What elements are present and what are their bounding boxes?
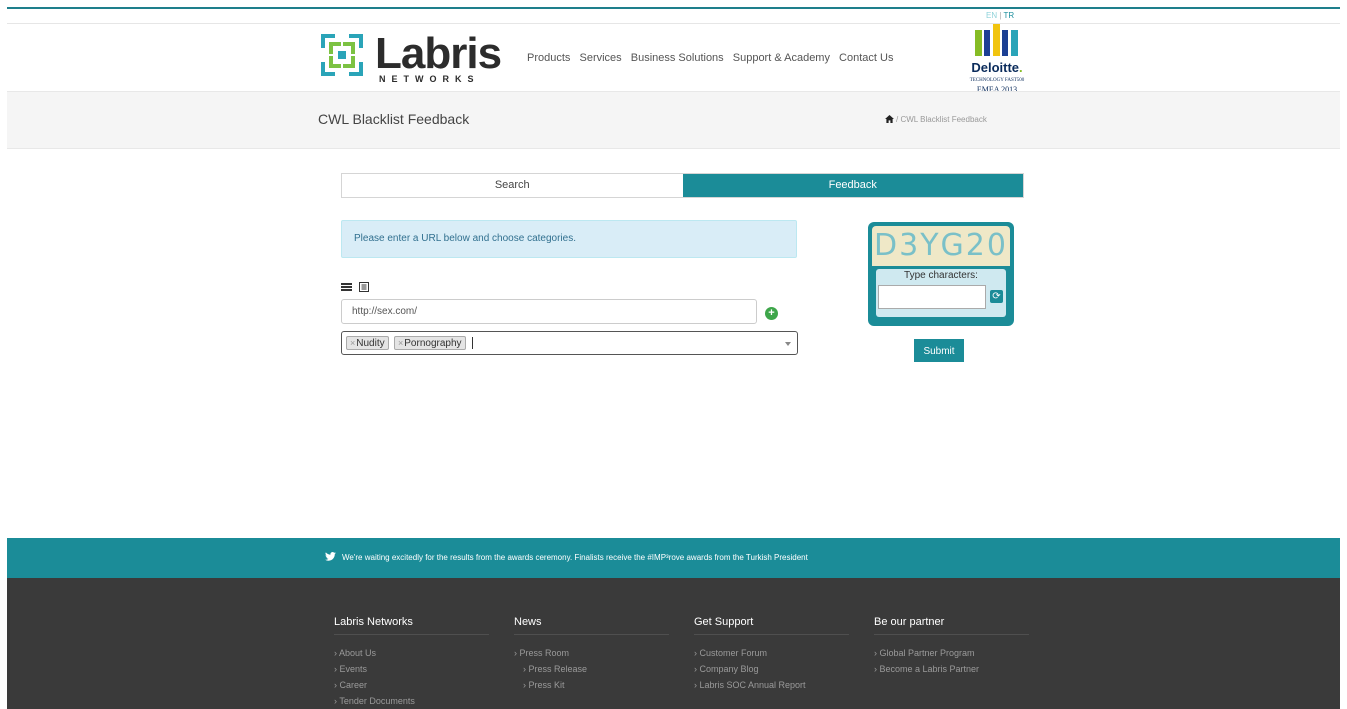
footer-link-about-us[interactable]: › About Us: [334, 645, 489, 661]
logo-name: Labris: [375, 29, 502, 78]
nav-products[interactable]: Products: [527, 52, 570, 64]
lang-tr-link[interactable]: TR: [1004, 11, 1015, 20]
page-title-bar: CWL Blacklist Feedback / CWL Blacklist F…: [7, 91, 1340, 149]
breadcrumb-current: / CWL Blacklist Feedback: [896, 115, 987, 124]
footer-link-press-room[interactable]: › Press Room: [514, 645, 669, 661]
add-url-button[interactable]: +: [765, 307, 778, 320]
footer-link-tender-documents[interactable]: › Tender Documents: [334, 693, 489, 709]
footer-link-career[interactable]: › Career: [334, 677, 489, 693]
logo-subtitle: NETWORKS: [379, 74, 480, 84]
view-toggle: [341, 279, 372, 297]
nav-business-solutions[interactable]: Business Solutions: [631, 52, 724, 64]
footer-link-soc-report[interactable]: › Labris SOC Annual Report: [694, 677, 849, 693]
category-tag-nudity: ×Nudity: [346, 336, 389, 350]
detail-view-icon[interactable]: [359, 279, 370, 297]
labris-logo-mark-icon: [321, 34, 363, 76]
list-view-icon[interactable]: [341, 279, 352, 297]
tab-search[interactable]: Search: [342, 174, 683, 197]
nav-support-academy[interactable]: Support & Academy: [733, 52, 830, 64]
footer: Labris Networks › About Us › Events › Ca…: [7, 578, 1340, 709]
award-line1: TECHNOLOGY FAST500: [969, 78, 1025, 83]
twitter-band: We're waiting excitedly for the results …: [7, 538, 1340, 578]
footer-link-press-release[interactable]: › Press Release: [514, 661, 669, 677]
footer-heading: Labris Networks: [334, 616, 489, 635]
lang-en-link[interactable]: EN: [986, 11, 997, 20]
info-message: Please enter a URL below and choose cate…: [341, 220, 797, 258]
award-name: Deloitte.: [971, 60, 1023, 75]
breadcrumb: / CWL Blacklist Feedback: [885, 115, 987, 124]
labris-logo[interactable]: Labris NETWORKS: [319, 30, 502, 88]
footer-heading: Be our partner: [874, 616, 1029, 635]
footer-column-partner: Be our partner › Global Partner Program …: [874, 616, 1029, 677]
submit-button[interactable]: Submit: [914, 339, 964, 362]
home-icon[interactable]: [885, 115, 894, 123]
tag-remove-button[interactable]: ×: [350, 338, 355, 348]
footer-link-customer-forum[interactable]: › Customer Forum: [694, 645, 849, 661]
main-nav: Products Services Business Solutions Sup…: [527, 52, 899, 64]
chevron-down-icon[interactable]: [785, 342, 791, 346]
captcha-image-text: D3YG20: [874, 228, 1008, 263]
text-cursor: [472, 337, 473, 349]
footer-column-labris: Labris Networks › About Us › Events › Ca…: [334, 616, 489, 709]
footer-link-events[interactable]: › Events: [334, 661, 489, 677]
tab-feedback[interactable]: Feedback: [682, 174, 1023, 197]
footer-link-company-blog[interactable]: › Company Blog: [694, 661, 849, 677]
tag-remove-button[interactable]: ×: [398, 338, 403, 348]
footer-heading: Get Support: [694, 616, 849, 635]
nav-contact-us[interactable]: Contact Us: [839, 52, 893, 64]
page-frame: EN | TR Labris NETWORKS Products Service…: [7, 7, 1340, 709]
captcha-label: Type characters:: [904, 270, 978, 281]
page-title: CWL Blacklist Feedback: [318, 111, 470, 127]
nav-services[interactable]: Services: [579, 52, 621, 64]
footer-link-global-partner-program[interactable]: › Global Partner Program: [874, 645, 1029, 661]
tag-label: Pornography: [404, 338, 462, 349]
captcha-input-panel: Type characters: ⟳: [876, 269, 1006, 317]
tab-bar: Search Feedback: [341, 173, 1024, 198]
refresh-icon[interactable]: ⟳: [990, 290, 1003, 303]
footer-column-support: Get Support › Customer Forum › Company B…: [694, 616, 849, 693]
twitter-icon[interactable]: [325, 552, 336, 561]
award-bars-icon: [975, 24, 1018, 56]
language-switcher: EN | TR: [986, 11, 1014, 20]
captcha-box: D3YG20 Type characters: ⟳: [868, 222, 1014, 326]
category-tag-pornography: ×Pornography: [394, 336, 466, 350]
tag-label: Nudity: [356, 338, 385, 349]
header-divider: [7, 23, 1340, 24]
lang-separator: |: [999, 11, 1002, 20]
footer-column-news: News › Press Room › Press Release › Pres…: [514, 616, 669, 693]
category-select[interactable]: ×Nudity ×Pornography: [341, 331, 798, 355]
footer-link-become-partner[interactable]: › Become a Labris Partner: [874, 661, 1029, 677]
captcha-input[interactable]: [878, 285, 986, 309]
url-input[interactable]: [341, 299, 757, 324]
footer-link-press-kit[interactable]: › Press Kit: [514, 677, 669, 693]
footer-heading: News: [514, 616, 669, 635]
captcha-image: D3YG20: [872, 226, 1010, 266]
tweet-text[interactable]: We're waiting excitedly for the results …: [342, 553, 808, 562]
